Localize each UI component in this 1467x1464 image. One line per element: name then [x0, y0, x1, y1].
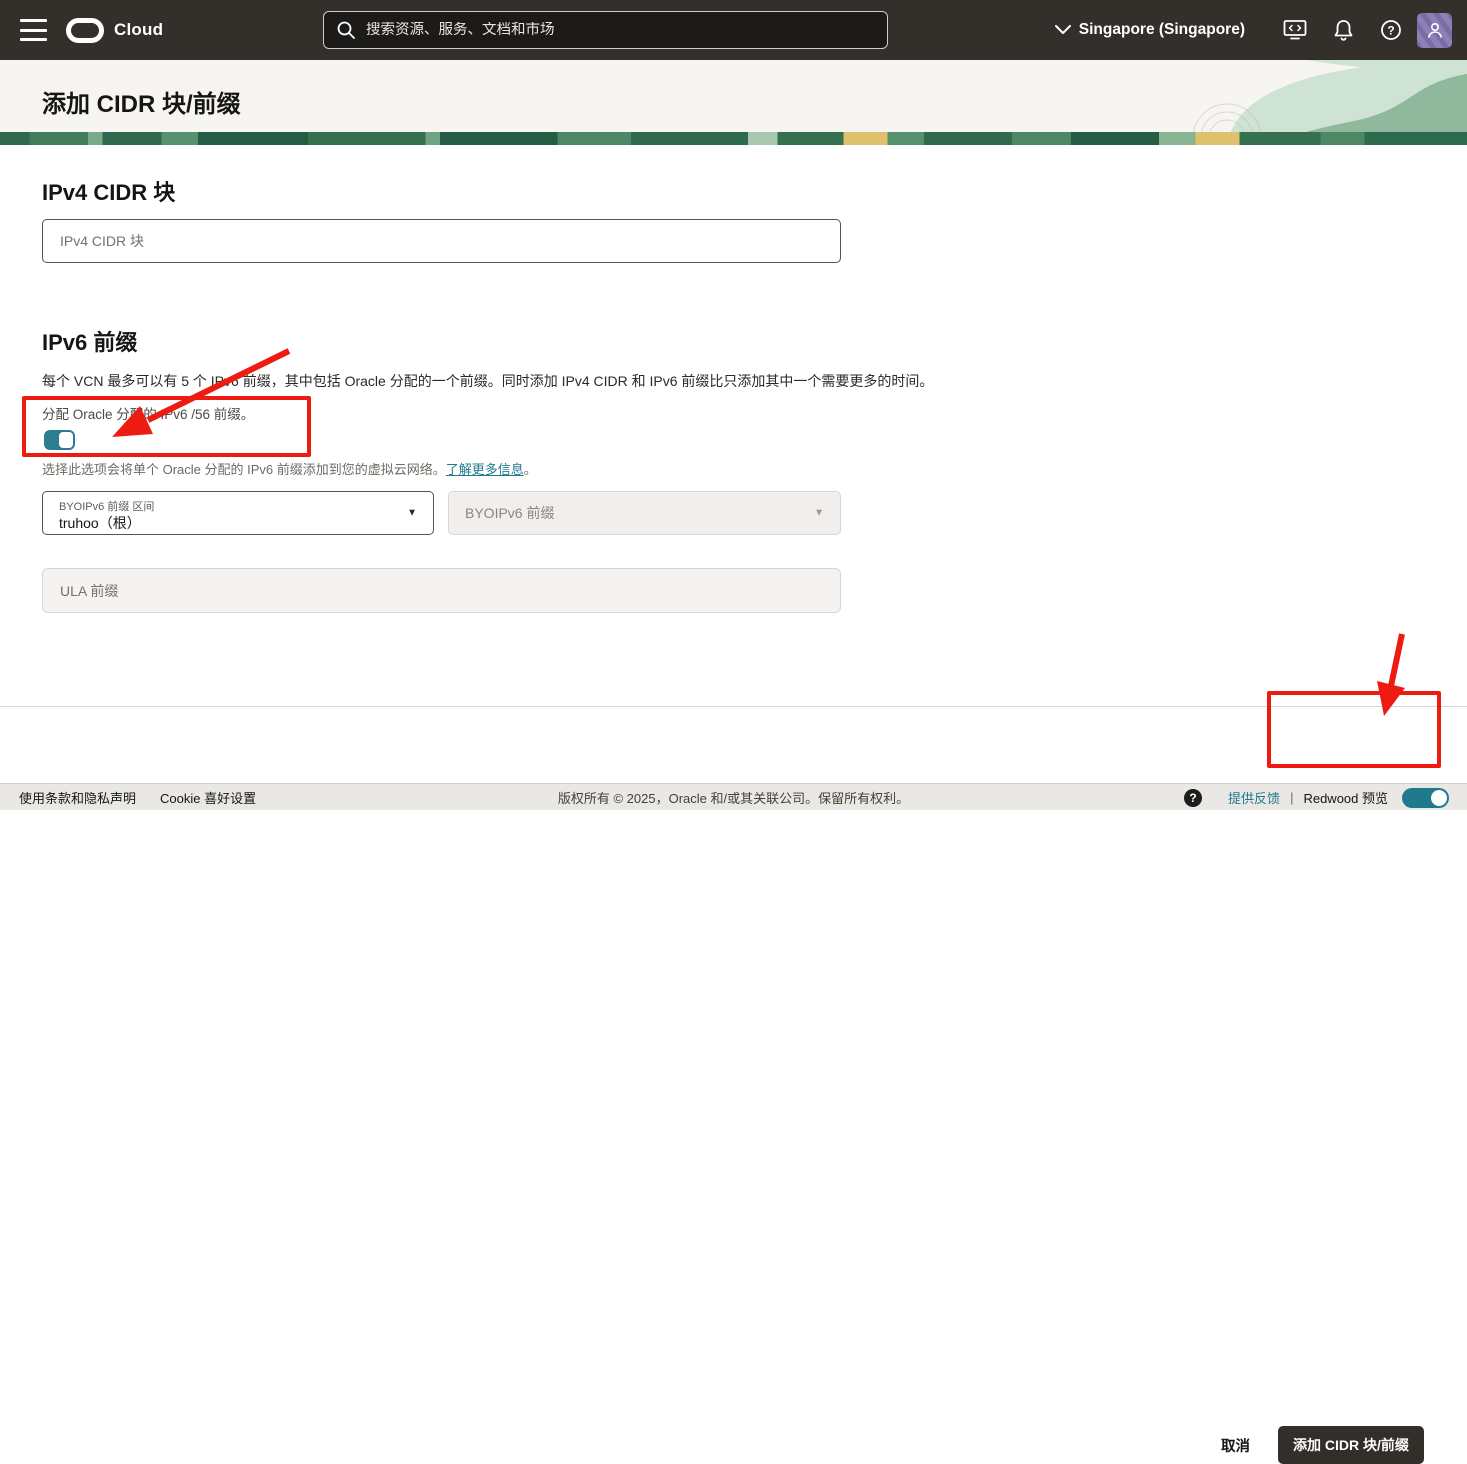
notifications-bell-icon[interactable] [1319, 19, 1367, 42]
ipv6-helper-text: 选择此选项会将单个 Oracle 分配的 IPv6 前缀添加到您的虚拟云网络。了… [42, 459, 537, 478]
global-search[interactable] [323, 11, 888, 49]
svg-text:?: ? [1387, 23, 1394, 37]
helper-sentence: 选择此选项会将单个 Oracle 分配的 IPv6 前缀添加到您的虚拟云网络。 [42, 462, 446, 477]
annotation-arrow-submit [1377, 634, 1405, 716]
helper-period: 。 [524, 462, 537, 477]
ipv4-cidr-input[interactable] [42, 219, 841, 263]
annotation-arrow-toggle [112, 351, 289, 437]
byoipv6-range-select[interactable]: BYOIPv6 前缀 区间 truhoo（根） ▼ [42, 491, 434, 535]
ula-prefix-input [42, 568, 841, 613]
brand-label: Cloud [114, 20, 163, 40]
oracle-ipv6-toggle-label: 分配 Oracle 分配的 IPv6 /56 前缀。 [42, 403, 254, 423]
caret-down-icon: ▼ [814, 508, 824, 519]
add-cidr-submit-button[interactable]: 添加 CIDR 块/前缀 [1278, 1426, 1424, 1464]
footer: 使用条款和隐私声明 Cookie 喜好设置 版权所有 © 2025，Oracle… [0, 783, 1467, 810]
add-cidr-page: Cloud Singapore (Singapore) [0, 0, 1467, 810]
hamburger-menu-icon[interactable] [20, 19, 47, 41]
ipv6-description: 每个 VCN 最多可以有 5 个 IPv6 前缀，其中包括 Oracle 分配的… [42, 371, 1322, 391]
page-title: 添加 CIDR 块/前缀 [42, 84, 241, 119]
page-header-banner: 添加 CIDR 块/前缀 [0, 60, 1467, 145]
region-label: Singapore (Singapore) [1079, 21, 1245, 39]
byoipv6-prefix-placeholder: BYOIPv6 前缀 [465, 503, 554, 523]
footer-help-icon[interactable]: ? [1184, 789, 1202, 807]
cancel-button[interactable]: 取消 [1221, 1435, 1250, 1456]
oracle-ipv6-toggle[interactable] [44, 430, 75, 450]
region-selector[interactable]: Singapore (Singapore) [1055, 21, 1245, 39]
toggle-knob [59, 432, 73, 448]
search-input[interactable] [366, 22, 875, 38]
byoipv6-prefix-select-disabled: BYOIPv6 前缀 ▼ [448, 491, 841, 535]
person-icon [1425, 20, 1445, 40]
topbar-right-group: Singapore (Singapore) ? [1055, 0, 1467, 60]
redwood-preview-label: Redwood 预览 [1303, 788, 1388, 807]
byoipv6-range-value: truhoo（根） [59, 513, 141, 533]
ipv4-section-heading: IPv4 CIDR 块 [42, 175, 175, 207]
oracle-cloud-logo[interactable]: Cloud [66, 0, 163, 60]
user-avatar[interactable] [1417, 13, 1452, 48]
footer-separator: | [1290, 790, 1293, 805]
chevron-down-icon [1055, 25, 1071, 35]
help-icon[interactable]: ? [1367, 19, 1415, 41]
oracle-logo-icon [66, 18, 104, 43]
redwood-preview-toggle[interactable] [1402, 788, 1449, 808]
action-bar: 取消 添加 CIDR 块/前缀 [0, 706, 1467, 783]
toggle-knob [1431, 790, 1447, 806]
footer-right-group: ? 提供反馈 | Redwood 预览 [1184, 784, 1449, 811]
ipv6-section-heading: IPv6 前缀 [42, 325, 137, 357]
feedback-link[interactable]: 提供反馈 [1228, 788, 1280, 807]
search-icon [336, 20, 356, 40]
caret-down-icon: ▼ [407, 508, 417, 519]
byoipv6-range-label: BYOIPv6 前缀 区间 [59, 498, 154, 514]
learn-more-link[interactable]: 了解更多信息 [446, 462, 524, 477]
cloud-shell-icon[interactable] [1271, 19, 1319, 41]
topbar: Cloud Singapore (Singapore) [0, 0, 1467, 60]
banner-art-strip [0, 132, 1467, 145]
